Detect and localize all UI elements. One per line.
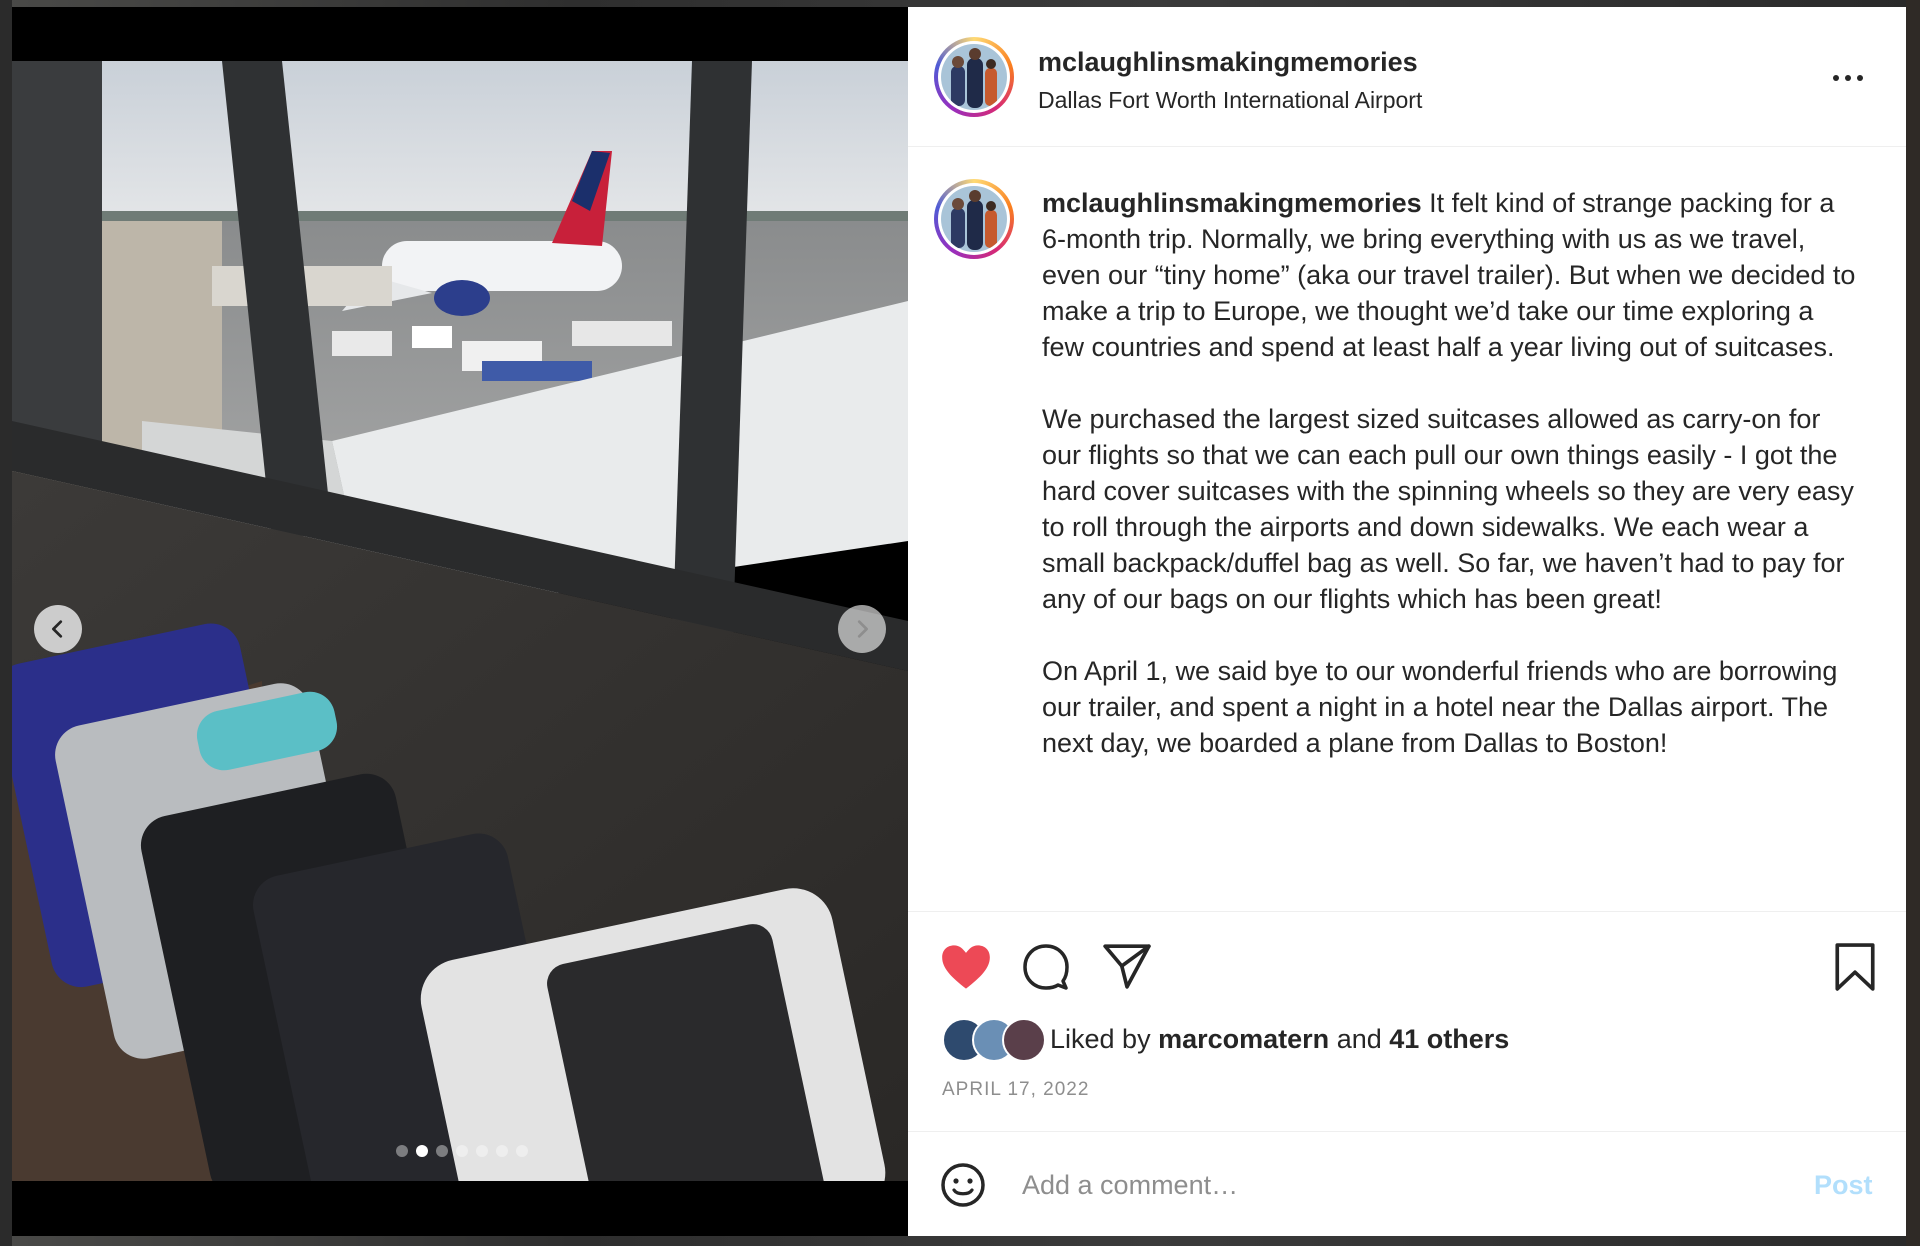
avatar-image	[941, 186, 1007, 252]
carousel-indicator	[396, 1145, 528, 1157]
carousel-dot	[436, 1145, 448, 1157]
carousel-dot	[516, 1145, 528, 1157]
carousel-dot	[496, 1145, 508, 1157]
post-location[interactable]: Dallas Fort Worth International Airport	[1038, 87, 1422, 114]
liked-by-username[interactable]: marcomatern	[1158, 1024, 1329, 1054]
avatar-image	[941, 44, 1007, 110]
post-comment-button[interactable]: Post	[1814, 1170, 1873, 1201]
post-media	[12, 7, 908, 1236]
emoji-icon[interactable]	[940, 1162, 986, 1208]
chevron-right-icon	[857, 620, 868, 638]
liker-avatar[interactable]	[1002, 1018, 1046, 1062]
likes-and: and	[1336, 1023, 1382, 1054]
post-side-panel: mclaughlinsmakingmemories Dallas Fort Wo…	[908, 7, 1906, 1236]
bookmark-icon[interactable]	[1834, 943, 1876, 991]
carousel-prev-button[interactable]	[34, 605, 82, 653]
likes-text: Liked by marcomatern and 41 others	[1050, 1024, 1509, 1055]
avatar-inner	[938, 183, 1010, 255]
carousel-dot	[476, 1145, 488, 1157]
comment-icon[interactable]	[1022, 943, 1070, 991]
post-author-username[interactable]: mclaughlinsmakingmemories	[1038, 47, 1418, 78]
carousel-next-button[interactable]	[838, 605, 886, 653]
more-options-icon[interactable]	[1828, 63, 1868, 93]
caption-paragraph: We purchased the largest sized suitcases…	[1042, 404, 1854, 614]
chevron-left-icon	[52, 620, 63, 638]
comment-input[interactable]	[1020, 1158, 1744, 1212]
avatar-inner	[938, 41, 1010, 113]
caption-paragraph: On April 1, we said bye to our wonderful…	[1042, 656, 1838, 758]
caption-username[interactable]: mclaughlinsmakingmemories	[1042, 188, 1422, 218]
likes-summary: Liked by marcomatern and 41 others	[942, 1017, 1509, 1062]
caption-text: mclaughlinsmakingmemories It felt kind o…	[1042, 185, 1862, 797]
heart-filled-icon[interactable]	[940, 943, 992, 991]
post-date[interactable]: APRIL 17, 2022	[942, 1079, 1089, 1101]
likes-others-link[interactable]: 41 others	[1389, 1024, 1509, 1054]
post-photo	[12, 61, 908, 1181]
post-caption: mclaughlinsmakingmemories It felt kind o…	[908, 147, 1906, 912]
avatar[interactable]	[934, 37, 1014, 117]
backdrop-tile	[1906, 0, 1920, 1246]
share-icon[interactable]	[1102, 941, 1152, 991]
carousel-dot	[416, 1145, 428, 1157]
liker-avatars	[942, 1018, 1046, 1062]
likes-prefix: Liked by	[1050, 1023, 1151, 1054]
caption-paragraph: mclaughlinsmakingmemories It felt kind o…	[1042, 185, 1862, 365]
post-header: mclaughlinsmakingmemories Dallas Fort Wo…	[908, 7, 1906, 147]
backdrop-tile	[0, 0, 12, 1246]
carousel-dot	[396, 1145, 408, 1157]
caption-avatar[interactable]	[934, 179, 1014, 259]
carousel-dot	[456, 1145, 468, 1157]
comment-bar: Post	[908, 1131, 1906, 1237]
